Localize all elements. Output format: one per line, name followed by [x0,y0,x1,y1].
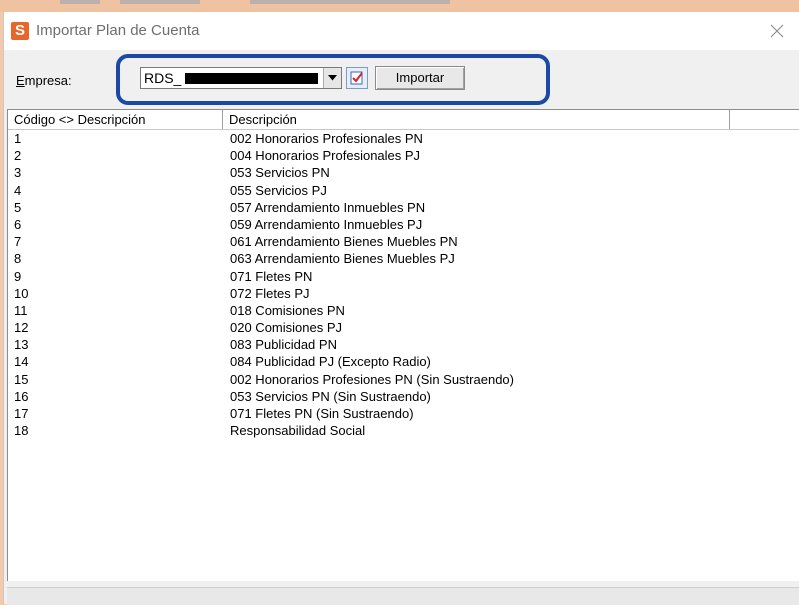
dialog-body: Empresa: RDS_ Importar Código <> Descrip… [4,50,799,605]
cell-code: 12 [14,320,29,336]
table-row[interactable]: 6 059 Arrendamiento Inmuebles PJ [8,216,799,233]
table-row[interactable]: 13 083 Publicidad PN [8,336,799,353]
table-row[interactable]: 9 071 Fletes PN [8,268,799,285]
grid-header: Código <> Descripción Descripción [8,110,799,130]
table-row[interactable]: 4 055 Servicios PJ [8,182,799,199]
column-header-descripcion[interactable]: Descripción [223,110,730,129]
desktop-background [0,0,799,12]
table-row[interactable]: 7 061 Arrendamiento Bienes Muebles PN [8,233,799,250]
cell-description: 061 Arrendamiento Bienes Muebles PN [230,234,458,250]
annotation-highlight [116,54,550,105]
cell-code: 13 [14,337,29,353]
table-row[interactable]: 16 053 Servicios PN (Sin Sustraendo) [8,388,799,405]
table-row[interactable]: 3 053 Servicios PN [8,164,799,181]
empresa-label: Empresa: [16,73,72,88]
cell-code: 17 [14,406,29,421]
cell-code: 3 [14,165,22,181]
cell-code: 6 [14,216,22,232]
cell-code: 15 [14,371,29,387]
table-row[interactable]: 14 084 Publicidad PJ (Excepto Radio) [8,353,799,370]
table-row[interactable]: 10 072 Fletes PJ [8,285,799,302]
table-row[interactable]: 8 063 Arrendamiento Bienes Muebles PJ [8,250,799,267]
cell-description: 072 Fletes PJ [230,285,310,301]
app-logo-icon: S [11,22,29,40]
cell-description: 020 Comisiones PJ [230,320,342,336]
cell-code: 5 [14,199,22,215]
table-row[interactable]: 12 020 Comisiones PJ [8,319,799,336]
window-title: Importar Plan de Cuenta [36,22,200,39]
close-icon [770,24,784,38]
accounts-grid[interactable]: Código <> Descripción Descripción 1 002 H… [7,109,799,581]
table-row[interactable]: 18 Responsabilidad Social [8,422,799,439]
cell-code: 1 [14,131,22,146]
cell-description: 059 Arrendamiento Inmuebles PJ [230,216,423,232]
cell-description: 057 Arrendamiento Inmuebles PN [230,199,426,215]
background-window-fragment [60,0,100,4]
status-bar [7,587,799,605]
cell-code: 4 [14,182,22,198]
cell-description: 053 Servicios PN (Sin Sustraendo) [230,388,431,404]
grid-rows: 1 002 Honorarios Profesionales PN 2 004 Hon… [8,130,799,439]
column-header-extra[interactable] [730,110,799,129]
cell-description: 083 Publicidad PN [230,337,337,353]
table-row[interactable]: 15 002 Honorarios Profesiones PN (Sin Sus… [8,371,799,388]
cell-code: 16 [14,388,29,404]
close-button[interactable] [754,12,799,50]
cell-description: 002 Honorarios Profesiones PN (Sin Sustr… [230,371,514,387]
cell-description: 063 Arrendamiento Bienes Muebles PJ [230,251,455,267]
cell-code: 18 [14,423,29,439]
cell-description: Responsabilidad Social [230,423,366,439]
cell-description: 053 Servicios PN [230,165,330,181]
cell-code: 10 [14,285,29,301]
cell-code: 7 [14,234,22,250]
table-row[interactable]: 11 018 Comisiones PN [8,302,799,319]
title-bar: S Importar Plan de Cuenta [4,12,799,50]
toolbar: Empresa: RDS_ Importar [4,50,799,105]
cell-description: 018 Comisiones PN [230,302,345,318]
cell-description: 055 Servicios PJ [230,182,327,198]
cell-description: 071 Fletes PN (Sin Sustraendo) [230,406,414,421]
background-window-fragment [120,0,200,4]
cell-code: 2 [14,148,22,164]
cell-description: 084 Publicidad PJ (Excepto Radio) [230,354,431,370]
cell-description: 002 Honorarios Profesionales PN [230,131,423,146]
import-dialog: S Importar Plan de Cuenta Empresa: RDS_ [3,12,799,605]
background-window-fragment [250,0,450,4]
cell-code: 9 [14,268,22,284]
table-row[interactable]: 5 057 Arrendamiento Inmuebles PN [8,199,799,216]
column-header-codigo[interactable]: Código <> Descripción [8,110,223,129]
table-row[interactable]: 1 002 Honorarios Profesionales PN [8,130,799,147]
cell-code: 14 [14,354,29,370]
table-row[interactable]: 2 004 Honorarios Profesionales PJ [8,147,799,164]
table-row[interactable]: 17 071 Fletes PN (Sin Sustraendo) [8,405,799,422]
cell-code: 8 [14,251,22,267]
cell-description: 004 Honorarios Profesionales PJ [230,148,421,164]
cell-code: 11 [14,302,28,318]
cell-description: 071 Fletes PN [230,268,313,284]
